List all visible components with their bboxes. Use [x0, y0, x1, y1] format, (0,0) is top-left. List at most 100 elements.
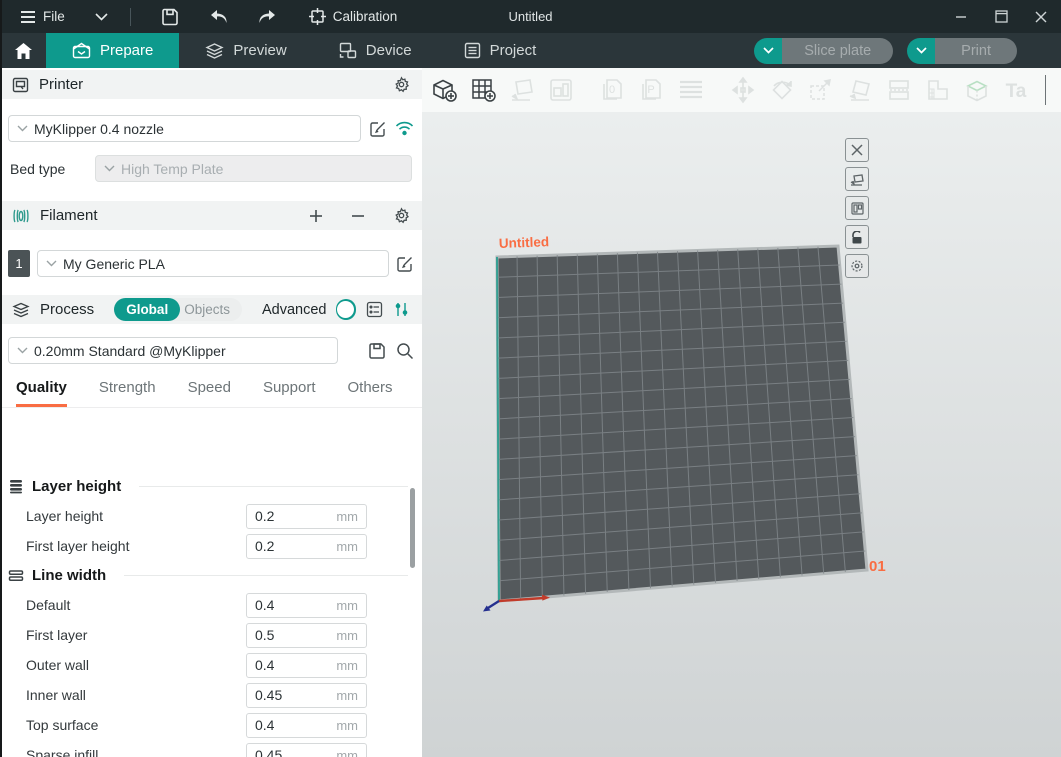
process-preset-select[interactable]: 0.20mm Standard @MyKlipper [8, 337, 338, 364]
home-button[interactable] [0, 33, 46, 68]
process-section-header: Process Global Objects Advanced [0, 295, 422, 324]
plate-layout-icon[interactable] [845, 196, 869, 220]
bed-type-select[interactable]: High Temp Plate [95, 155, 412, 182]
undo-button[interactable] [203, 5, 235, 29]
filament-settings-gear-icon[interactable] [393, 207, 410, 224]
file-menu-label: File [43, 9, 65, 24]
setting-value-input[interactable]: 0.5mm [246, 623, 367, 648]
setting-unit: mm [336, 539, 358, 554]
scope-objects[interactable]: Objects [180, 298, 242, 321]
parameter-list-icon[interactable] [366, 301, 383, 318]
setting-value-input[interactable]: 0.45mm [246, 683, 367, 708]
auto-orient-icon [545, 74, 577, 106]
setting-value-input[interactable]: 0.2mm [246, 534, 367, 559]
file-menu-dropdown[interactable] [89, 9, 114, 25]
tab-preview-label: Preview [233, 42, 286, 59]
chevron-down-icon [46, 260, 57, 267]
settings-section-header: Line width [0, 561, 422, 590]
setting-unit: mm [336, 688, 358, 703]
scope-global[interactable]: Global [114, 298, 180, 321]
search-settings-icon[interactable] [396, 342, 414, 360]
filament-preset-select[interactable]: My Generic PLA [37, 250, 389, 277]
filament-index-badge: 1 [8, 250, 30, 277]
svg-text:0: 0 [609, 84, 615, 96]
split-to-parts-icon: P [636, 74, 668, 106]
setting-value-input[interactable]: 0.45mm [246, 743, 367, 757]
split-to-objects-icon: 0 [597, 74, 629, 106]
delete-plate-icon[interactable] [845, 138, 869, 162]
viewport-3d[interactable]: Untitled 01 [422, 112, 1061, 757]
file-menu-button[interactable]: File [14, 5, 71, 28]
title-bar: File [0, 0, 1061, 33]
process-tab-others[interactable]: Others [348, 379, 393, 407]
setting-label: Layer height [26, 508, 246, 524]
svg-text:P: P [647, 84, 654, 96]
bed-type-label: Bed type [10, 161, 95, 177]
calibration-label: Calibration [333, 9, 398, 24]
process-tab-speed[interactable]: Speed [188, 379, 231, 407]
setting-value-input[interactable]: 0.4mm [246, 713, 367, 738]
setting-value-input[interactable]: 0.4mm [246, 593, 367, 618]
setting-row: First layer height0.2mm [0, 531, 422, 561]
printer-connection-wifi-icon[interactable] [395, 121, 414, 136]
setting-row: Default0.4mm [0, 590, 422, 620]
setting-value-input[interactable]: 0.2 mm [246, 504, 367, 529]
print-button[interactable]: Print [907, 38, 1017, 64]
calibration-button[interactable]: Calibration [303, 4, 404, 29]
edit-filament-preset-icon[interactable] [396, 255, 414, 273]
slice-plate-button[interactable]: Slice plate [754, 38, 893, 64]
filament-section-header: Filament [0, 201, 422, 230]
filament-preset-value: My Generic PLA [63, 256, 165, 272]
print-options-dropdown[interactable] [907, 38, 935, 64]
process-tab-support[interactable]: Support [263, 379, 316, 407]
chevron-down-icon [17, 125, 28, 132]
rotate-icon [766, 74, 798, 106]
add-object-icon[interactable] [428, 74, 460, 106]
edit-printer-preset-icon[interactable] [369, 120, 387, 138]
tab-project[interactable]: Project [438, 33, 563, 68]
process-tab-strength[interactable]: Strength [99, 379, 156, 407]
plate-settings-gear-icon[interactable] [845, 254, 869, 278]
lock-plate-icon[interactable] [845, 225, 869, 249]
arrange-plate-icon[interactable] [845, 167, 869, 191]
setting-value: 0.4 [255, 717, 274, 733]
minimize-button[interactable] [941, 0, 981, 33]
toolbar-separator [1045, 75, 1046, 105]
main-tab-bar: Prepare Preview Device Project [0, 33, 1061, 68]
advanced-toggle[interactable] [336, 299, 356, 320]
printer-settings-gear-icon[interactable] [393, 76, 410, 93]
redo-button[interactable] [251, 5, 283, 29]
remove-filament-icon[interactable] [351, 209, 365, 223]
plate-name-label[interactable]: Untitled [499, 234, 550, 251]
tab-prepare[interactable]: Prepare [46, 33, 179, 68]
setting-row: Inner wall0.45mm [0, 680, 422, 710]
setting-value-input[interactable]: 0.4mm [246, 653, 367, 678]
chevron-down-icon [17, 347, 28, 354]
setting-unit: mm [336, 509, 358, 524]
close-button[interactable] [1021, 0, 1061, 33]
application-window: File [0, 0, 1061, 757]
tab-preview[interactable]: Preview [179, 33, 312, 68]
printer-preset-select[interactable]: MyKlipper 0.4 nozzle [8, 115, 361, 142]
printer-preset-value: MyKlipper 0.4 nozzle [34, 121, 164, 137]
text-tool-icon: Ta [1000, 74, 1032, 106]
add-filament-icon[interactable] [309, 209, 323, 223]
save-preset-icon[interactable] [368, 342, 386, 360]
setting-label: Outer wall [26, 657, 246, 673]
process-scope-toggle[interactable]: Global Objects [114, 298, 242, 321]
slice-options-dropdown[interactable] [754, 38, 782, 64]
tab-device-label: Device [366, 42, 412, 59]
compare-presets-icon[interactable] [393, 301, 410, 318]
tab-prepare-label: Prepare [100, 42, 153, 59]
setting-unit: mm [336, 598, 358, 613]
setting-value: 0.2 [255, 508, 274, 524]
save-button[interactable] [155, 4, 185, 30]
add-plate-icon[interactable] [467, 74, 499, 106]
maximize-button[interactable] [981, 0, 1021, 33]
settings-scrollbar[interactable] [410, 488, 415, 568]
settings-section-header: Layer height [0, 472, 422, 501]
prepare-icon [72, 42, 91, 59]
tab-device[interactable]: Device [313, 33, 438, 68]
process-tab-quality[interactable]: Quality [16, 379, 67, 407]
place-on-face-icon [844, 74, 876, 106]
